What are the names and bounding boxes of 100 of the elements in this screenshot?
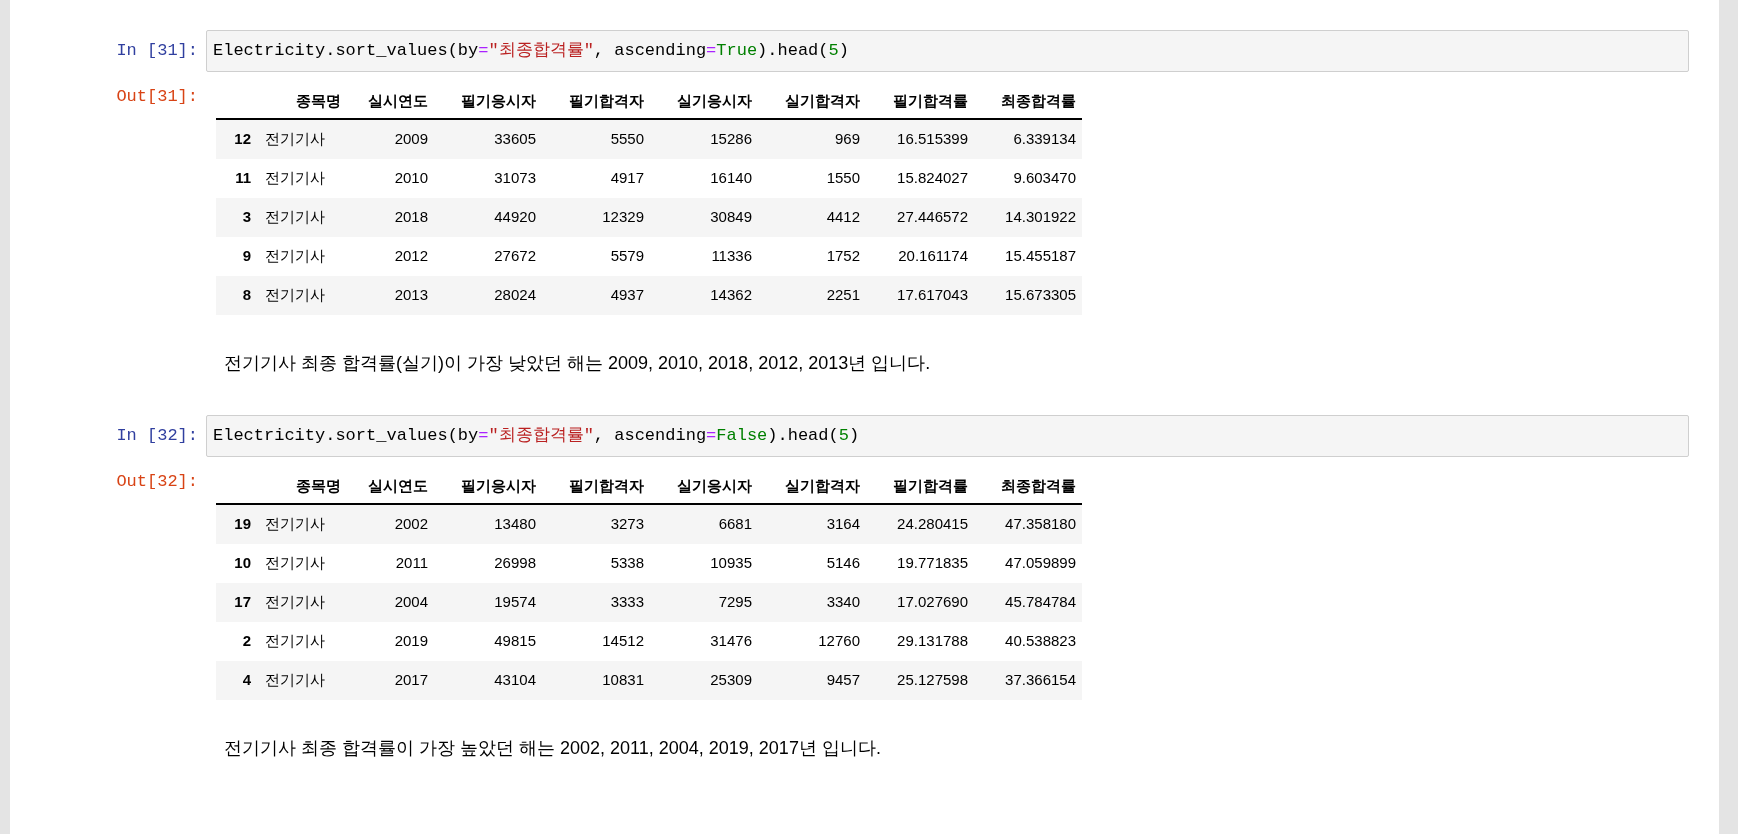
- column-header: 실기합격자: [784, 475, 861, 496]
- column-header: 실시연도: [367, 475, 429, 496]
- table-cell-text: 14512: [601, 631, 645, 652]
- row-index: 2: [241, 631, 252, 652]
- column-header: 실시연도: [367, 90, 429, 111]
- row-index: 8: [241, 285, 252, 306]
- table-cell-text: 31476: [709, 631, 753, 652]
- table-cell-text: 14362: [709, 285, 753, 306]
- row-index: 9: [241, 246, 252, 267]
- table-cell-text: 27672: [493, 246, 537, 267]
- table-cell-text: 15286: [709, 129, 753, 150]
- table-cell-text: 4937: [609, 285, 645, 306]
- table-cell-text: 15.824027: [896, 168, 969, 189]
- table-cell-text: 12329: [601, 207, 645, 228]
- table-cell-text: 15.455187: [1004, 246, 1077, 267]
- table-cell-text: 28024: [493, 285, 537, 306]
- table-cell-text: 전기기사: [264, 285, 326, 306]
- column-header: 필기합격률: [892, 90, 969, 111]
- column-header: 종목명: [295, 475, 342, 496]
- table-cell-text: 전기기사: [264, 246, 326, 267]
- column-header: 최종합격률: [1000, 475, 1077, 496]
- column-header: 실기응시자: [676, 475, 753, 496]
- table-cell-text: 5338: [609, 553, 645, 574]
- table-cell-text: 전기기사: [264, 631, 326, 652]
- table-cell-text: 49815: [493, 631, 537, 652]
- table-cell-text: 33605: [493, 129, 537, 150]
- table-cell-text: 6681: [717, 514, 753, 535]
- table-cell-text: 47.059899: [1004, 553, 1077, 574]
- column-header: 실기합격자: [784, 90, 861, 111]
- column-header: 최종합격률: [1000, 90, 1077, 111]
- markdown-text: 전기기사 최종 합격률(실기)이 가장 낮았던 해는 2009, 2010, 2018, 2012, 2013년 입니다.: [224, 351, 931, 375]
- table-cell-text: 37.366154: [1004, 670, 1077, 691]
- input-prompt: In [32]:: [115, 425, 199, 448]
- table-cell-text: 43104: [493, 670, 537, 691]
- table-cell-text: 전기기사: [264, 553, 326, 574]
- column-header: 필기합격률: [892, 475, 969, 496]
- table-cell-text: 2011: [394, 553, 429, 574]
- table-cell-text: 19574: [493, 592, 537, 613]
- markdown-text: 전기기사 최종 합격률이 가장 높았던 해는 2002, 2011, 2004, 2019, 2017년 입니다.: [224, 736, 881, 760]
- table-cell-text: 25.127598: [896, 670, 969, 691]
- table-cell-text: 1550: [825, 168, 861, 189]
- table-cell-text: 14.301922: [1004, 207, 1077, 228]
- output-prompt: Out[32]:: [115, 471, 199, 493]
- table-cell-text: 16140: [709, 168, 753, 189]
- table-cell-text: 전기기사: [264, 168, 326, 189]
- table-cell-text: 3273: [609, 514, 645, 535]
- row-index: 17: [233, 592, 252, 613]
- table-cell-text: 2009: [393, 129, 429, 150]
- table-cell-text: 9.603470: [1012, 168, 1077, 189]
- code-input-field[interactable]: Electricity.sort_values(by="최종합격률", ascending=False).head(5): [206, 415, 1689, 457]
- table-cell-text: 26998: [493, 553, 537, 574]
- table-cell-text: 12760: [817, 631, 861, 652]
- row-index: 4: [241, 670, 252, 691]
- table-cell-text: 29.131788: [896, 631, 969, 652]
- table-cell-text: 2002: [393, 514, 429, 535]
- table-cell-text: 2017: [393, 670, 429, 691]
- table-cell-text: 4917: [609, 168, 645, 189]
- table-cell-text: 40.538823: [1004, 631, 1077, 652]
- table-cell-text: 2251: [825, 285, 861, 306]
- table-cell-text: 3340: [825, 592, 861, 613]
- row-index: 10: [233, 553, 252, 574]
- output-prompt: Out[31]:: [115, 86, 199, 108]
- column-header: 실기응시자: [676, 90, 753, 111]
- table-cell-text: 2019: [393, 631, 429, 652]
- table-cell-text: 1752: [825, 246, 861, 267]
- table-cell-text: 9457: [825, 670, 861, 691]
- column-header: 종목명: [295, 90, 342, 111]
- row-index: 12: [233, 129, 252, 150]
- table-cell-text: 전기기사: [264, 514, 326, 535]
- code-input-field[interactable]: Electricity.sort_values(by="최종합격률", ascending=True).head(5): [206, 30, 1689, 72]
- row-index: 3: [241, 207, 252, 228]
- column-header: 필기합격자: [568, 90, 645, 111]
- table-cell-text: 10831: [601, 670, 645, 691]
- table-cell-text: 3333: [609, 592, 645, 613]
- table-cell-text: 2013: [393, 285, 429, 306]
- table-cell-text: 2012: [393, 246, 429, 267]
- input-prompt: In [31]:: [115, 40, 199, 63]
- table-cell-text: 17.027690: [896, 592, 969, 613]
- table-cell-text: 5146: [825, 553, 861, 574]
- table-cell-text: 13480: [493, 514, 537, 535]
- table-cell-text: 전기기사: [264, 129, 326, 150]
- table-cell-text: 19.771835: [896, 553, 969, 574]
- table-cell-text: 31073: [493, 168, 537, 189]
- table-cell-text: 45.784784: [1004, 592, 1077, 613]
- table-cell-text: 2018: [393, 207, 429, 228]
- table-cell-text: 전기기사: [264, 207, 326, 228]
- table-cell-text: 10935: [709, 553, 753, 574]
- table-cell-text: 전기기사: [264, 592, 326, 613]
- table-cell-text: 16.515399: [896, 129, 969, 150]
- table-cell-text: 44920: [493, 207, 537, 228]
- table-cell-text: 25309: [709, 670, 753, 691]
- table-cell-text: 20.161174: [897, 246, 969, 267]
- table-cell-text: 6.339134: [1012, 129, 1077, 150]
- table-cell-text: 47.358180: [1004, 514, 1077, 535]
- table-cell-text: 11336: [710, 246, 753, 267]
- table-cell-text: 5550: [609, 129, 645, 150]
- table-cell-text: 17.617043: [896, 285, 969, 306]
- table-cell-text: 7295: [717, 592, 753, 613]
- table-cell-text: 24.280415: [896, 514, 969, 535]
- table-cell-text: 2010: [393, 168, 429, 189]
